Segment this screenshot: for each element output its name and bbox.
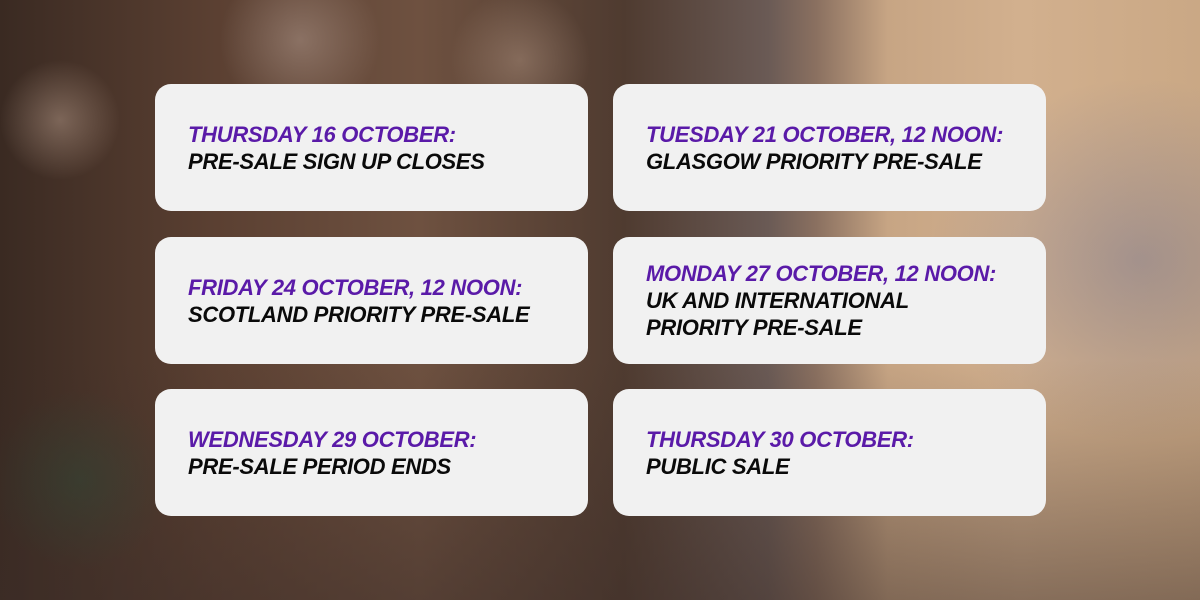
card-date: Tuesday 21 October, 12 noon: (646, 121, 1004, 147)
schedule-card: Thursday 30 October: Public sale (613, 389, 1046, 516)
card-date: Monday 27 October, 12 noon: (646, 261, 997, 286)
card-event: Pre-sale sign up closes (188, 148, 485, 174)
schedule-card: Friday 24 October, 12 noon: Scotland pri… (155, 237, 588, 364)
card-event: Scotland priority pre-sale (188, 301, 530, 327)
schedule-card: Tuesday 21 October, 12 noon: Glasgow pri… (613, 84, 1046, 211)
schedule-card: Monday 27 October, 12 noon: UK and Inter… (613, 237, 1046, 364)
card-event-line2: priority pre-sale (646, 315, 862, 340)
card-date: Friday 24 October, 12 noon: (188, 274, 523, 300)
schedule-card: Wednesday 29 October: Pre-sale period en… (155, 389, 588, 516)
card-event: Glasgow priority pre-sale (646, 148, 982, 174)
card-event: Pre-sale period ends (188, 453, 451, 479)
schedule-card: Thursday 16 October: Pre-sale sign up cl… (155, 84, 588, 211)
card-date: Thursday 16 October: (188, 121, 456, 147)
card-date: Thursday 30 October: (646, 426, 914, 452)
card-date: Wednesday 29 October: (188, 426, 477, 452)
card-event: UK and International (646, 288, 909, 313)
card-event: Public sale (646, 453, 790, 479)
